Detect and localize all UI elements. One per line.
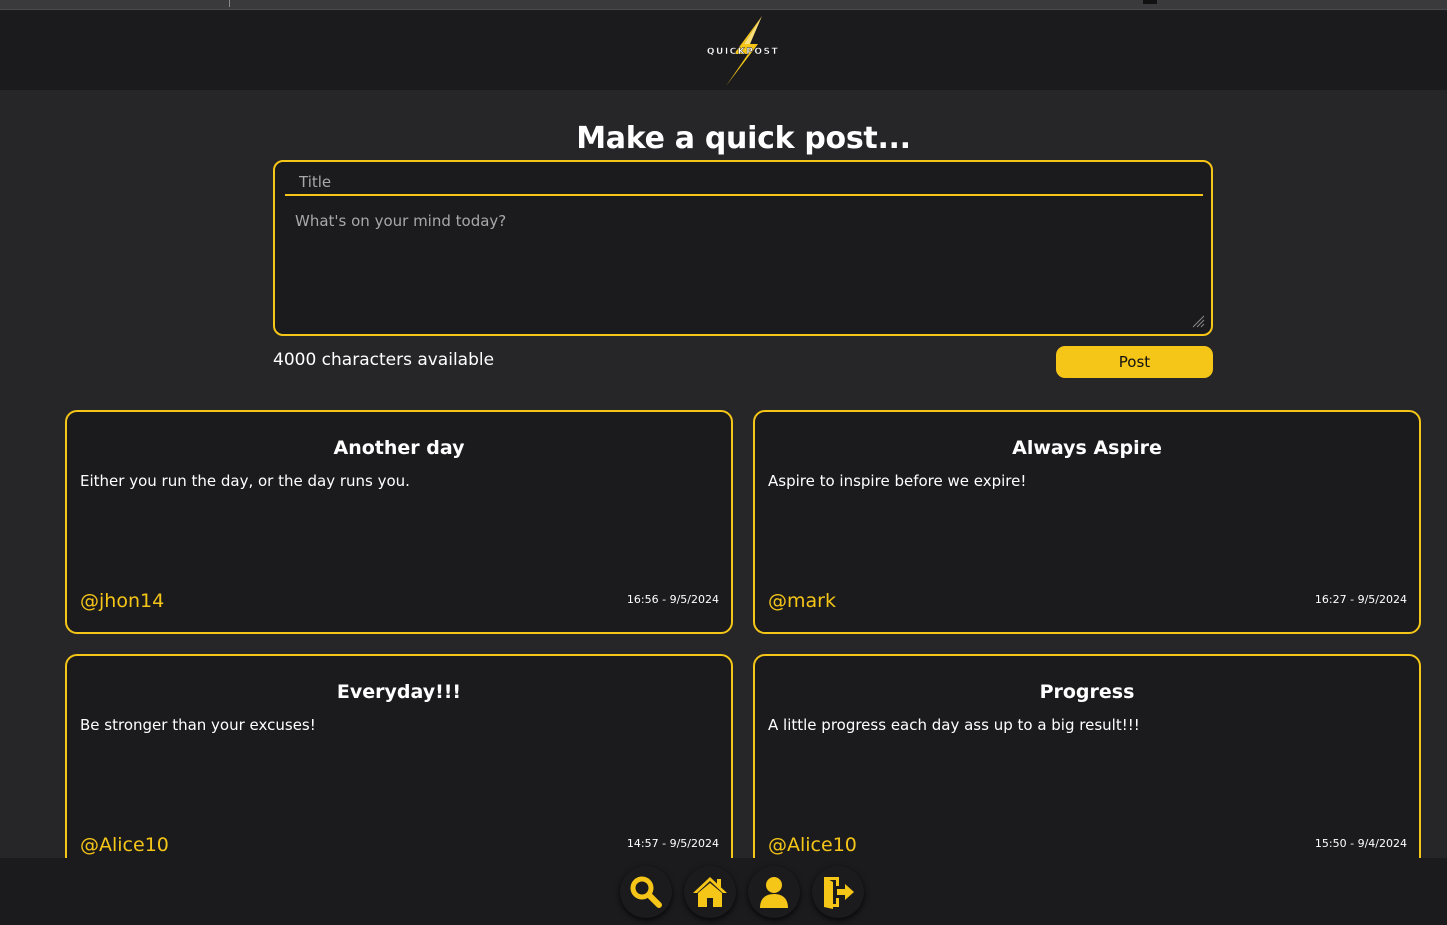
composer-heading: Make a quick post... [576,121,911,156]
post-timestamp: 16:27 - 9/5/2024 [1314,593,1407,606]
logout-icon [824,877,854,909]
logout-button[interactable] [812,866,864,918]
post-card[interactable]: Everyday!!! Be stronger than your excuse… [65,654,733,878]
user-icon [760,877,788,908]
characters-available: 4000 characters available [273,350,495,370]
profile-button[interactable] [748,866,800,918]
home-button[interactable] [684,866,736,918]
home-icon [693,877,727,907]
lightning-logo-icon: QUICKPOST [707,16,779,86]
post-author-link[interactable]: @jhon14 [80,590,164,612]
post-title: Another day [333,437,465,459]
browser-top-strip [0,0,1447,10]
search-icon [630,876,662,908]
post-body: Aspire to inspire before we expire! [768,472,1027,490]
post-author-link[interactable]: @Alice10 [768,834,857,856]
post-body: Either you run the day, or the day runs … [80,472,410,490]
post-card[interactable]: Another day Either you run the day, or t… [65,410,733,634]
post-timestamp: 14:57 - 9/5/2024 [626,837,719,850]
search-button[interactable] [620,866,672,918]
post-card[interactable]: Progress A little progress each day ass … [753,654,1421,878]
post-author-link[interactable]: @Alice10 [80,834,169,856]
strip-divider [229,0,230,7]
strip-marker [1143,0,1157,4]
logo-text: QUICKPOST [707,47,779,57]
post-body-input[interactable] [285,202,1203,326]
post-author-link[interactable]: @mark [768,590,836,612]
post-title-input[interactable] [285,170,1203,196]
composer-box [273,160,1213,336]
post-timestamp: 15:50 - 9/4/2024 [1314,837,1407,850]
post-body: Be stronger than your excuses! [80,716,316,734]
resize-handle-icon[interactable] [1191,314,1205,328]
post-title: Always Aspire [1012,437,1162,459]
post-body: A little progress each day ass up to a b… [768,716,1140,734]
post-title: Everyday!!! [336,681,462,703]
post-timestamp: 16:56 - 9/5/2024 [626,593,719,606]
post-button[interactable]: Post [1056,346,1213,378]
post-card[interactable]: Always Aspire Aspire to inspire before w… [753,410,1421,634]
quickpost-logo[interactable]: QUICKPOST [700,14,786,88]
post-title: Progress [1039,681,1135,703]
app-header: QUICKPOST [0,10,1447,90]
bottom-nav-bar [0,858,1447,925]
